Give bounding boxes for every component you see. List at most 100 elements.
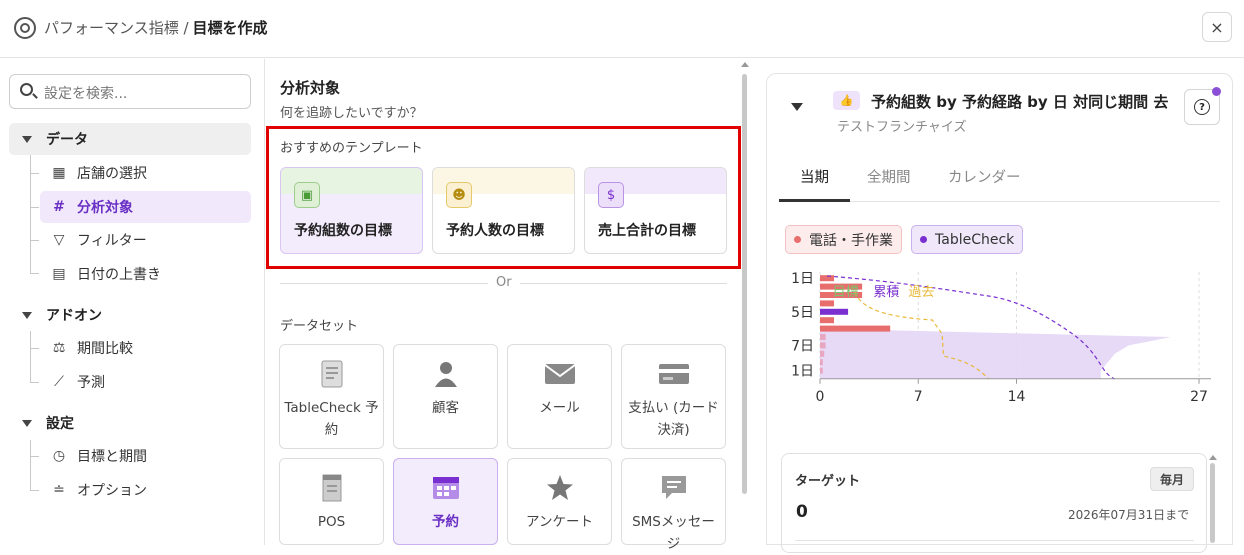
template-sales-total[interactable]: $ 売上合計の目標 xyxy=(584,167,727,254)
dataset-label: 顧客 xyxy=(432,400,459,416)
sidebar-item-label: オプション xyxy=(77,483,147,499)
scroll-thumb[interactable] xyxy=(742,74,747,494)
collapse-chevron-icon[interactable] xyxy=(791,103,803,111)
y-tick-label: 5日 xyxy=(791,305,814,321)
dataset-reservations[interactable]: 予約 xyxy=(393,458,498,545)
chevron-down-icon xyxy=(22,311,32,319)
calendar-icon: ▣ xyxy=(294,182,320,208)
store-icon: ▦ xyxy=(52,165,66,181)
receipt-icon xyxy=(280,473,383,503)
template-reservation-people[interactable]: ☻ 予約人数の目標 xyxy=(432,167,575,254)
person-icon xyxy=(394,359,497,389)
sidebar-item-label: 店舗の選択 xyxy=(77,166,147,182)
tree-branch xyxy=(30,456,39,457)
overlay-label: 目標 xyxy=(833,285,859,300)
legend-dot xyxy=(794,236,801,243)
active-tab-indicator xyxy=(779,199,850,202)
people-money-icon: $ xyxy=(598,182,624,208)
sidebar-item-period-compare[interactable]: ⚖ 期間比較 xyxy=(40,332,251,364)
sidebar-item-filter[interactable]: ▽ フィルター xyxy=(40,224,251,256)
middle-scrollbar[interactable] xyxy=(740,62,749,542)
target-card: ターゲット 毎月 0 2026年07月31日まで xyxy=(781,453,1207,553)
scroll-up-icon[interactable] xyxy=(741,62,749,67)
scroll-thumb[interactable] xyxy=(1210,463,1215,543)
search-placeholder: 設定を検索... xyxy=(44,86,128,102)
help-icon: ? xyxy=(1194,99,1210,115)
chat-icon xyxy=(622,473,725,503)
chevron-down-icon xyxy=(22,419,32,427)
settings-search-input[interactable]: 設定を検索... xyxy=(9,74,251,109)
divider xyxy=(795,540,1194,541)
sidebar-item-label: フィルター xyxy=(77,233,147,249)
dataset-label: TableCheck 予約 xyxy=(284,400,379,438)
recommended-templates-box: おすすめのテンプレート ▣ 予約組数の目標 ☻ 予約人数の目標 $ 売上合計の目… xyxy=(266,126,741,269)
page-subtitle: 何を追跡したいですか？ xyxy=(280,106,423,121)
section-addons[interactable]: アドオン xyxy=(9,299,251,331)
section-label: 設定 xyxy=(46,416,74,432)
template-reservation-groups[interactable]: ▣ 予約組数の目標 xyxy=(280,167,423,254)
sidebar-item-date-override[interactable]: ▤ 日付の上書き xyxy=(40,258,251,290)
tab-calendar[interactable]: カレンダー xyxy=(948,166,1021,187)
star-icon xyxy=(508,473,611,503)
section-data[interactable]: データ xyxy=(9,123,251,155)
tree-branch xyxy=(30,348,39,349)
breadcrumb-parent[interactable]: パフォーマンス指標 / xyxy=(44,17,189,38)
dataset-pos[interactable]: POS xyxy=(279,458,384,545)
dataset-sms[interactable]: SMSメッセージ xyxy=(621,458,726,552)
template-label: 予約組数の目標 xyxy=(294,223,392,239)
sidebar-item-label: 日付の上書き xyxy=(77,267,161,283)
sidebar-item-forecast[interactable]: ⟋ 予測 xyxy=(40,366,251,398)
trend-icon: ⟋ xyxy=(54,374,64,390)
hash-icon: # xyxy=(53,199,65,215)
calendar-grid-icon xyxy=(394,473,497,503)
preview-title: 予約組数 by 予約経路 by 日 対同じ期間 去 xyxy=(871,93,1169,111)
sidebar-item-goal-period[interactable]: ◷ 目標と期間 xyxy=(40,440,251,472)
chart-bar xyxy=(820,308,849,315)
tree-line xyxy=(30,440,31,491)
period-badge[interactable]: 毎月 xyxy=(1150,467,1194,491)
sidebar-item-label: 予測 xyxy=(77,375,105,391)
sidebar-item-label: 目標と期間 xyxy=(77,449,147,465)
datasets-label: データセット xyxy=(280,319,359,334)
template-label: 予約人数の目標 xyxy=(446,223,544,239)
sidebar-item-analysis-target[interactable]: # 分析対象 xyxy=(40,191,251,223)
legend-chip-phone[interactable]: 電話・手作業 xyxy=(785,225,902,254)
tree-branch xyxy=(30,382,39,383)
dataset-email[interactable]: メール xyxy=(507,344,612,449)
settings-sidebar: 設定を検索... データ ▦ 店舗の選択 # 分析対象 ▽ フィルター ▤ 日付… xyxy=(0,59,265,545)
legend-chip-tablecheck[interactable]: TableCheck xyxy=(911,225,1024,254)
calendar-icon: ▤ xyxy=(52,266,66,282)
section-label: データ xyxy=(46,132,88,148)
chart-bar xyxy=(820,342,826,349)
sidebar-item-store-select[interactable]: ▦ 店舗の選択 xyxy=(40,157,251,189)
templates-label: おすすめのテンプレート xyxy=(280,141,423,156)
sidebar-item-label: 分析対象 xyxy=(77,200,133,216)
breadcrumb-current: 目標を作成 xyxy=(192,19,268,37)
thumb-icon: 👍 xyxy=(833,91,860,110)
preview-scrollbar[interactable] xyxy=(1208,455,1217,545)
chart-bar xyxy=(820,317,835,324)
tab-current[interactable]: 当期 xyxy=(800,166,829,187)
chart-bar xyxy=(820,334,826,340)
mail-icon xyxy=(508,359,611,389)
chart-bar xyxy=(820,359,823,366)
dataset-customers[interactable]: 顧客 xyxy=(393,344,498,449)
tab-all-periods[interactable]: 全期間 xyxy=(867,166,911,187)
close-button[interactable]: × xyxy=(1202,12,1232,42)
sidebar-item-options[interactable]: ≐ オプション xyxy=(40,474,251,506)
dataset-label: 支払い (カード決済) xyxy=(628,400,719,438)
sidebar-item-label: 期間比較 xyxy=(77,341,133,357)
sliders-icon: ≐ xyxy=(53,482,65,498)
tree-branch xyxy=(30,240,39,241)
scroll-up-icon[interactable] xyxy=(1209,455,1217,460)
dataset-survey[interactable]: アンケート xyxy=(507,458,612,545)
document-icon xyxy=(280,359,383,389)
calendar-clock-icon: ◷ xyxy=(52,448,66,464)
section-settings[interactable]: 設定 xyxy=(9,407,251,439)
header-bar: パフォーマンス指標 / 目標を作成 × xyxy=(0,0,1244,58)
chart-bar xyxy=(820,350,825,357)
dataset-tablecheck-reservations[interactable]: TableCheck 予約 xyxy=(279,344,384,449)
dataset-card-payments[interactable]: 支払い (カード決済) xyxy=(621,344,726,449)
target-label: ターゲット xyxy=(795,474,861,489)
chart-bar xyxy=(820,367,823,374)
